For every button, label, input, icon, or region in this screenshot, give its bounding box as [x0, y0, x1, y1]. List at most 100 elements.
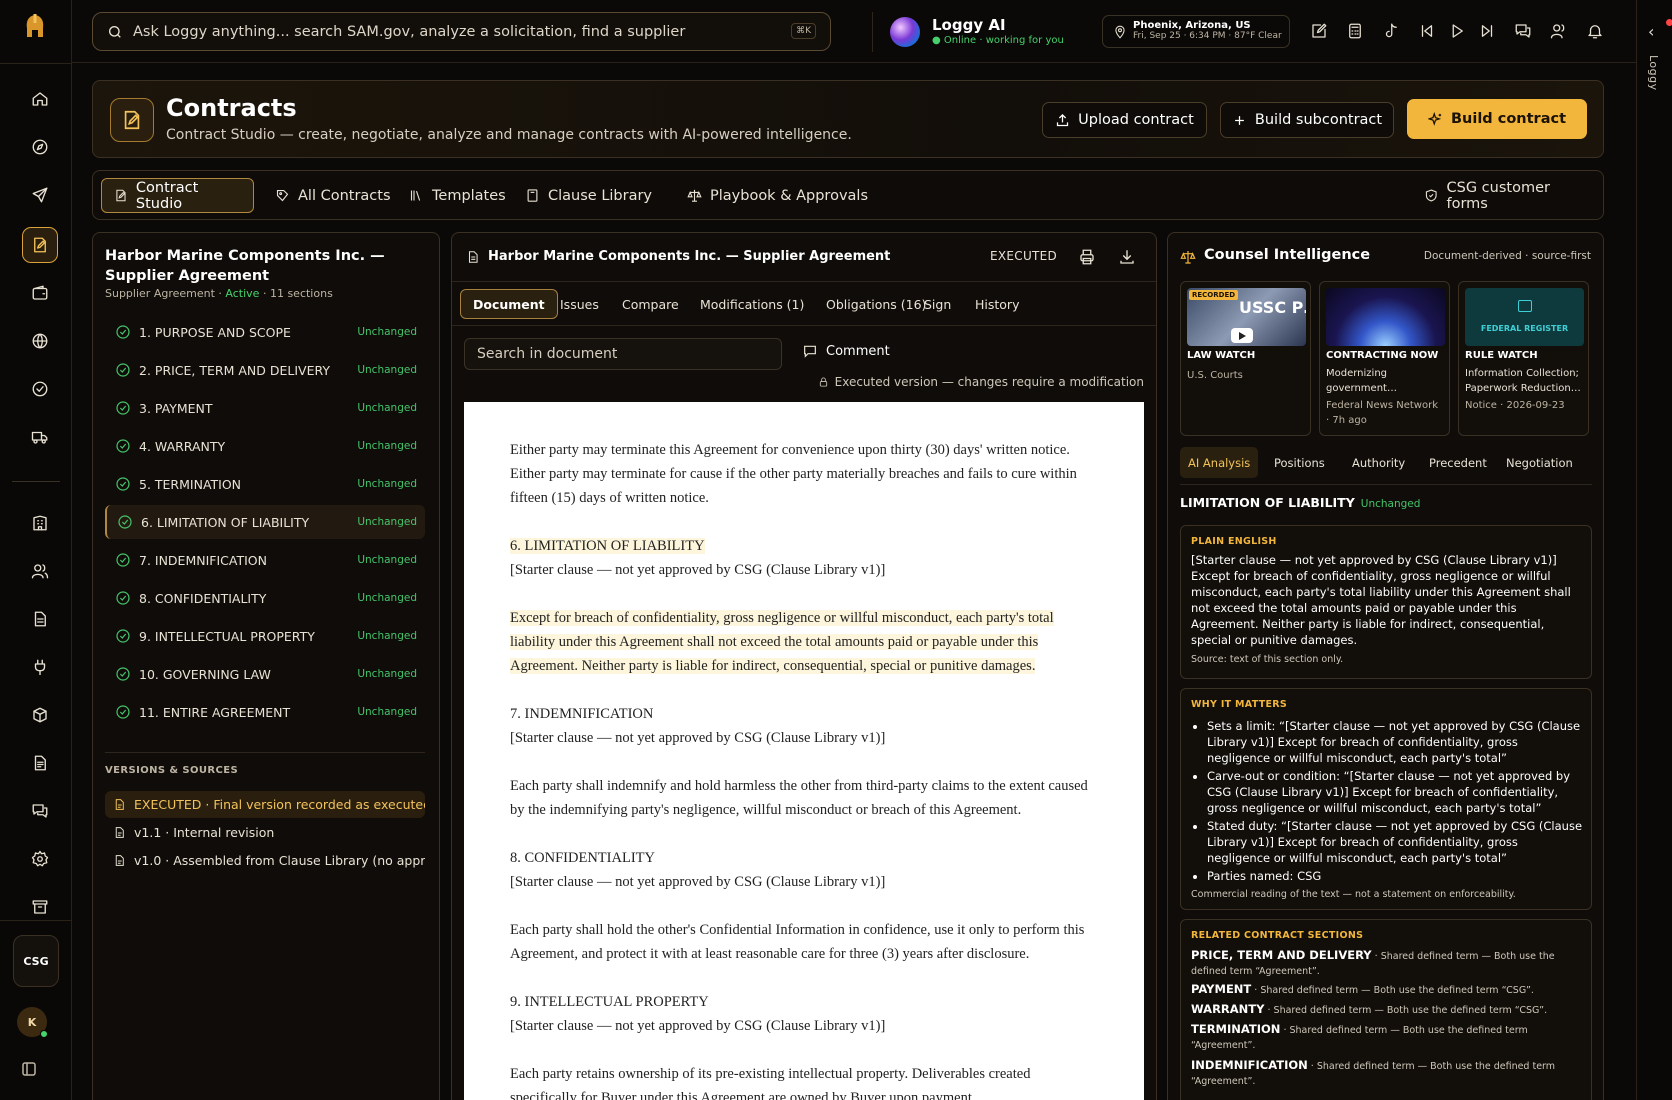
rail-building-icon[interactable]: [22, 505, 58, 541]
shield-check-icon: [1425, 189, 1437, 202]
play-icon[interactable]: [1448, 22, 1466, 40]
tab-clause-library[interactable]: Clause Library: [513, 178, 664, 213]
compose-icon[interactable]: [1310, 22, 1328, 40]
location-details: Fri, Sep 25 · 6:34 PM · 87°F Clear: [1133, 31, 1282, 41]
rail-messages-icon[interactable]: [22, 793, 58, 829]
top-bar: Ask Loggy anything... search SAM.gov, an…: [72, 0, 1672, 63]
news-label: RULE WATCH: [1465, 350, 1538, 361]
app-root: CSG K ‹ Loggy Ask Loggy anything... sear…: [0, 0, 1672, 1100]
counsel-tab[interactable]: Negotiation: [1498, 447, 1581, 478]
csg-customer-forms-link[interactable]: CSG customer forms: [1412, 178, 1603, 213]
counsel-tab[interactable]: Positions: [1266, 447, 1333, 478]
assistant-orb-icon[interactable]: [890, 17, 920, 47]
tab-contract-studio[interactable]: Contract Studio: [101, 178, 254, 213]
related-section-item[interactable]: PRICE, TERM AND DELIVERY · Shared define…: [1191, 948, 1583, 979]
section-item[interactable]: 6. LIMITATION OF LIABILITY Unchanged: [105, 505, 425, 539]
section-item[interactable]: 10. GOVERNING LAW Unchanged: [105, 657, 425, 691]
rail-document-icon[interactable]: [22, 601, 58, 637]
calculator-icon[interactable]: [1346, 22, 1364, 40]
rail-contracts-icon[interactable]: [22, 227, 58, 263]
check-circle-icon: [117, 514, 133, 530]
expand-assistant-chevron-icon[interactable]: ‹: [1648, 22, 1654, 41]
rail-check-circle-icon[interactable]: [22, 371, 58, 407]
counsel-tab[interactable]: AI Analysis: [1180, 447, 1259, 478]
tab-templates[interactable]: Templates: [397, 178, 518, 213]
spartan-logo-icon[interactable]: [20, 12, 50, 42]
scales-icon: [687, 189, 702, 202]
section-item[interactable]: 5. TERMINATION Unchanged: [105, 467, 425, 501]
related-sections-card: RELATED CONTRACT SECTIONS PRICE, TERM AN…: [1180, 919, 1592, 1100]
section-item[interactable]: 1. PURPOSE AND SCOPE Unchanged: [105, 315, 425, 349]
doc-starter-note: [Starter clause — not yet approved by CS…: [510, 562, 886, 578]
download-icon[interactable]: [1118, 248, 1136, 266]
section-item[interactable]: 4. WARRANTY Unchanged: [105, 429, 425, 463]
news-card-contracting-now[interactable]: CONTRACTING NOW Modernizing government… …: [1319, 281, 1450, 436]
counsel-tab[interactable]: Precedent: [1421, 447, 1495, 478]
rail-package-icon[interactable]: [22, 697, 58, 733]
tab-playbook-approvals[interactable]: Playbook & Approvals: [675, 178, 880, 213]
team-icon[interactable]: [1550, 22, 1568, 40]
doc-tab[interactable]: Sign: [912, 289, 963, 319]
rail-file-text-icon[interactable]: [22, 745, 58, 781]
rail-home-icon[interactable]: [22, 81, 58, 117]
section-item[interactable]: 11. ENTIRE AGREEMENT Unchanged: [105, 695, 425, 729]
section-item[interactable]: 8. CONFIDENTIALITY Unchanged: [105, 581, 425, 615]
page-header: Contracts Contract Studio — create, nego…: [92, 80, 1604, 158]
sidebar-toggle-icon[interactable]: [21, 1061, 39, 1079]
related-section-item[interactable]: PAYMENT · Shared defined term — Both use…: [1191, 982, 1583, 998]
section-item[interactable]: 3. PAYMENT Unchanged: [105, 391, 425, 425]
section-item[interactable]: 7. INDEMNIFICATION Unchanged: [105, 543, 425, 577]
location-widget[interactable]: Phoenix, Arizona, US Fri, Sep 25 · 6:34 …: [1102, 15, 1290, 48]
print-icon[interactable]: [1078, 248, 1096, 266]
skip-back-icon[interactable]: [1418, 22, 1436, 40]
section-item[interactable]: 2. PRICE, TERM AND DELIVERY Unchanged: [105, 353, 425, 387]
play-video-icon[interactable]: [1231, 328, 1253, 343]
version-item[interactable]: EXECUTED · Final version recorded as exe…: [105, 791, 425, 818]
analysis-section-status: Unchanged: [1360, 498, 1421, 510]
why-it-matters-heading: WHY IT MATTERS: [1191, 699, 1288, 710]
counsel-tab[interactable]: Authority: [1344, 447, 1413, 478]
tab-all-contracts[interactable]: All Contracts: [263, 178, 403, 213]
news-card-rule-watch[interactable]: FEDERAL REGISTER RULE WATCH Information …: [1458, 281, 1589, 436]
user-avatar[interactable]: K: [17, 1007, 48, 1038]
rail-globe-icon[interactable]: [22, 323, 58, 359]
tab-all-contracts-label: All Contracts: [298, 187, 391, 204]
rail-compass-icon[interactable]: [22, 129, 58, 165]
news-label: LAW WATCH: [1187, 350, 1256, 361]
rail-settings-icon[interactable]: [22, 841, 58, 877]
bell-icon[interactable]: [1586, 22, 1604, 40]
rail-send-icon[interactable]: [22, 177, 58, 213]
user-initial: K: [27, 1015, 37, 1029]
version-item[interactable]: v1.0 · Assembled from Clause Library (no…: [105, 847, 425, 874]
related-section-name: PRICE, TERM AND DELIVERY: [1191, 948, 1372, 962]
doc-tab[interactable]: Modifications (1): [688, 289, 816, 319]
related-section-item[interactable]: INDEMNIFICATION · Shared defined term — …: [1191, 1058, 1583, 1089]
document-search-input[interactable]: Search in document: [464, 338, 782, 370]
file-icon: [115, 799, 124, 810]
section-item[interactable]: 9. INTELLECTUAL PROPERTY Unchanged: [105, 619, 425, 653]
doc-tab[interactable]: Compare: [610, 289, 691, 319]
doc-tab[interactable]: History: [963, 289, 1031, 319]
assistant-name[interactable]: Loggy AI: [932, 16, 1006, 34]
build-contract-button[interactable]: Build contract: [1407, 99, 1587, 139]
comment-button[interactable]: Comment: [802, 343, 890, 359]
rail-wallet-icon[interactable]: [22, 275, 58, 311]
related-section-item[interactable]: WARRANTY · Shared defined term — Both us…: [1191, 1002, 1583, 1018]
version-item[interactable]: v1.1 · Internal revision: [105, 819, 425, 846]
tiktok-icon[interactable]: [1382, 22, 1400, 40]
org-switcher-button[interactable]: CSG: [13, 935, 59, 987]
global-search-input[interactable]: Ask Loggy anything... search SAM.gov, an…: [92, 12, 831, 51]
check-circle-icon: [115, 552, 131, 568]
doc-tab[interactable]: Document: [460, 289, 558, 319]
build-subcontract-button[interactable]: Build subcontract: [1220, 102, 1394, 138]
doc-tab[interactable]: Issues: [548, 289, 611, 319]
rail-users-icon[interactable]: [22, 553, 58, 589]
chat-icon[interactable]: [1514, 22, 1532, 40]
rail-plug-icon[interactable]: [22, 649, 58, 685]
upload-contract-button[interactable]: Upload contract: [1042, 102, 1207, 138]
comment-label: Comment: [826, 343, 890, 359]
news-card-law-watch[interactable]: RECORDED USSC P… LAW WATCH U.S. Courts: [1180, 281, 1311, 436]
rail-truck-icon[interactable]: [22, 419, 58, 455]
related-section-item[interactable]: TERMINATION · Shared defined term — Both…: [1191, 1022, 1583, 1053]
skip-forward-icon[interactable]: [1478, 22, 1496, 40]
